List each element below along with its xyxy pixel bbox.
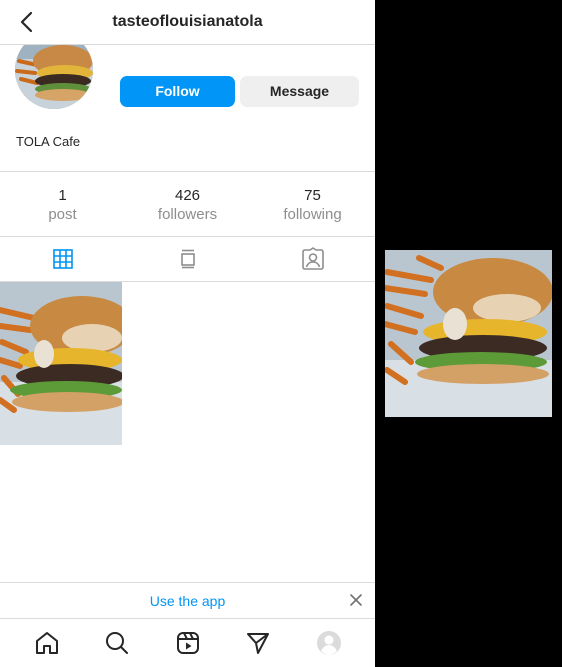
banner-close-button[interactable] [349, 593, 363, 607]
stat-label: followers [157, 206, 218, 223]
page-title: tasteoflouisianatola [112, 13, 263, 30]
stat-followers[interactable]: 426 followers [125, 172, 250, 236]
close-icon [350, 594, 362, 606]
stat-value: 426 [174, 187, 201, 204]
tab-feed[interactable] [125, 237, 250, 281]
top-bar: tasteoflouisianatola [0, 0, 375, 45]
tagged-icon [301, 247, 324, 270]
stat-label: following [283, 206, 342, 223]
tab-grid[interactable] [0, 237, 125, 281]
profile-tabs [0, 237, 375, 282]
nav-reels[interactable] [175, 630, 201, 656]
feed-icon [180, 249, 195, 269]
follow-button[interactable]: Follow [120, 76, 235, 107]
grid-icon [52, 249, 73, 269]
use-app-link[interactable]: Use the app [0, 593, 375, 609]
profile-icon [317, 631, 341, 655]
profile-page: tasteoflouisianatola tasteoflouisianatol… [0, 0, 375, 667]
nav-search[interactable] [104, 630, 130, 656]
home-icon [36, 632, 58, 654]
post-thumbnail[interactable] [0, 282, 122, 445]
burger-image [0, 282, 122, 445]
nav-direct[interactable] [245, 630, 271, 656]
burger-image [385, 250, 552, 417]
nav-home[interactable] [34, 630, 60, 656]
nav-profile[interactable] [316, 630, 342, 656]
profile-stats: 1 post 426 followers 75 following [0, 171, 375, 237]
profile-full-name: TOLA Cafe [16, 134, 81, 149]
stat-value: 75 [304, 187, 321, 204]
stat-posts: 1 post [0, 172, 125, 236]
reels-icon [177, 632, 199, 654]
message-button[interactable]: Message [240, 76, 359, 107]
stat-following[interactable]: 75 following [250, 172, 375, 236]
side-post-image [385, 250, 552, 417]
use-app-banner: Use the app [0, 582, 375, 618]
bottom-navigation [0, 618, 375, 667]
profile-header: tasteoflouisianatola Follow Message TOLA… [0, 31, 375, 171]
direct-icon [247, 633, 269, 654]
stat-label: post [48, 206, 77, 223]
tab-tagged[interactable] [250, 237, 375, 281]
stat-value: 1 [58, 187, 67, 204]
search-icon [106, 632, 128, 654]
